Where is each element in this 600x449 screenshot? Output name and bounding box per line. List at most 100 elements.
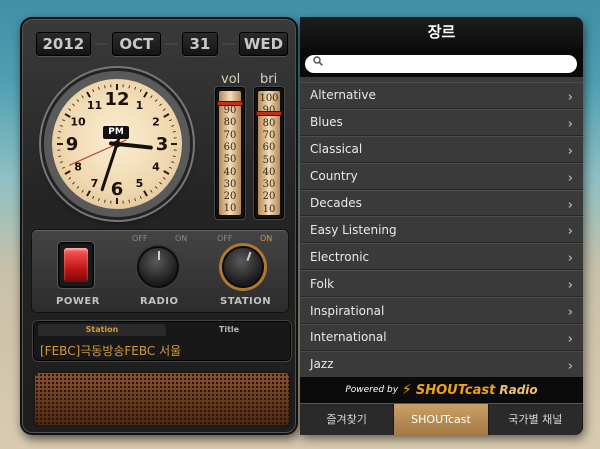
meter-scale-number: 80 [262, 117, 276, 129]
radio-device: 2012 OCT 31 WED 12 1 2 3 4 5 6 7 8 9 10 11 PM vol b… [20, 17, 298, 435]
brightness-slider[interactable]: 100908070605040302010 [254, 87, 284, 219]
chevron-right-icon: › [567, 116, 573, 132]
search-bar [300, 49, 583, 77]
genre-list-item[interactable]: Electronic › [300, 243, 583, 271]
vol-label: vol [221, 72, 241, 87]
date-weekday: WED [238, 32, 288, 56]
tab-0[interactable]: 즐겨찾기 [300, 404, 395, 435]
meter-scale-number: 80 [223, 117, 237, 129]
tab-1[interactable]: SHOUTcast [394, 404, 489, 435]
radio-on-label: ON [175, 234, 188, 243]
station-knob[interactable] [222, 246, 264, 288]
meter-scale-number: 10 [262, 203, 276, 215]
genre-list-item[interactable]: Inspirational › [300, 297, 583, 325]
clock-tick [139, 89, 142, 93]
station-name: [FEBC]극동방송FEBC 서울 [40, 344, 182, 358]
title-tab[interactable]: Title [170, 324, 288, 336]
bri-label: bri [260, 72, 278, 87]
station-tab[interactable]: Station [38, 324, 166, 336]
clock-tick [172, 155, 176, 157]
volume-slider[interactable]: 90 80 70 60 50 40 30 20 10 [215, 87, 245, 219]
clock-tick [62, 119, 66, 122]
chevron-right-icon: › [567, 358, 573, 374]
clock-tick [104, 199, 106, 203]
genre-list-item[interactable]: Folk › [300, 270, 583, 298]
chevron-right-icon: › [567, 251, 573, 267]
speaker-grille [33, 371, 291, 427]
clock-tick [104, 85, 106, 89]
clock-tick [168, 119, 172, 122]
clock-tick [59, 161, 63, 163]
meter-scale-number: 40 [262, 166, 276, 178]
clock-tick [98, 86, 100, 90]
clock-tick [154, 186, 158, 189]
meter-scale-number: 40 [223, 166, 237, 178]
meter-marker[interactable] [217, 101, 243, 106]
genre-label: Folk [310, 276, 335, 291]
clock-center-pin [113, 140, 121, 148]
tab-2[interactable]: 국가별 채널 [489, 404, 583, 435]
clock-number: 7 [91, 177, 99, 190]
chevron-right-icon: › [567, 197, 573, 213]
clock-dial: 12 1234567891011 [57, 84, 177, 204]
genre-label: Jazz [310, 357, 334, 372]
shoutcast-brand: SHOUTcast [415, 382, 496, 398]
meter-scale-number: 90 [223, 105, 237, 116]
clock-tick [92, 89, 95, 93]
clock-tick [159, 181, 162, 185]
station-off-label: OFF [217, 234, 233, 243]
clock-tick [128, 199, 130, 203]
genre-list-item[interactable]: Jazz › [300, 350, 583, 377]
chevron-right-icon: › [567, 90, 573, 105]
clock-tick [150, 95, 153, 99]
meter-scale-number: 60 [262, 142, 276, 154]
genre-list-item[interactable]: Easy Listening › [300, 216, 583, 244]
powered-by-banner: Powered by ⚡ SHOUTcast Radio [300, 377, 583, 403]
radio-off-label: OFF [132, 234, 148, 243]
meter-scale-number: 60 [223, 141, 237, 153]
genre-label: Electronic [310, 249, 370, 264]
bottom-tabbar: 즐겨찾기 SHOUTcast 국가별 채널 [300, 403, 583, 435]
genre-list-item[interactable]: Blues › [300, 108, 583, 136]
chevron-right-icon: › [567, 332, 573, 348]
ampm-badge: PM [103, 126, 129, 139]
clock-tick [163, 113, 170, 118]
clock-tick [81, 95, 84, 99]
clock-tick [134, 86, 136, 90]
clock-number: 9 [66, 134, 79, 155]
clock-tick [86, 190, 91, 197]
meter-scale-number: 30 [262, 179, 276, 191]
meter-marker[interactable] [256, 111, 282, 116]
power-label: POWER [56, 296, 100, 307]
clock-tick [143, 91, 148, 98]
meter-scale-number: 50 [262, 154, 276, 166]
genre-list-item[interactable]: Country › [300, 162, 583, 190]
radio-knob[interactable] [137, 246, 179, 288]
genre-list-item[interactable]: Alternative › [300, 82, 583, 109]
clock-tick [62, 166, 66, 169]
analog-clock: 12 1 2 3 4 5 6 7 8 9 10 11 PM [44, 71, 190, 217]
clock-tick [171, 161, 175, 163]
panel-title: 장르 [300, 17, 583, 49]
clock-tick [68, 108, 72, 111]
search-input[interactable] [305, 54, 577, 73]
chevron-right-icon: › [567, 278, 573, 294]
station-on-label: ON [260, 234, 273, 243]
genre-list-item[interactable]: Decades › [300, 189, 583, 217]
search-icon [313, 56, 323, 66]
clock-tick [162, 177, 166, 180]
genre-list-item[interactable]: International › [300, 324, 583, 351]
power-switch[interactable] [58, 242, 94, 288]
clock-tick [72, 103, 75, 107]
clock-tick [68, 177, 72, 180]
genre-label: Easy Listening [310, 222, 397, 237]
genre-label: Alternative [310, 88, 376, 103]
clock-tick [143, 190, 148, 197]
meter-scale-number: 70 [262, 129, 276, 141]
clock-number: 10 [70, 116, 86, 129]
genre-list-item[interactable]: Classical › [300, 135, 583, 163]
genre-list: Alternative › Blues › Classical › Country › Deca… [300, 82, 583, 377]
genre-label: Blues [310, 115, 343, 130]
meter-scale-number: 20 [262, 191, 276, 203]
shoutcast-radio-word: Radio [499, 383, 538, 397]
